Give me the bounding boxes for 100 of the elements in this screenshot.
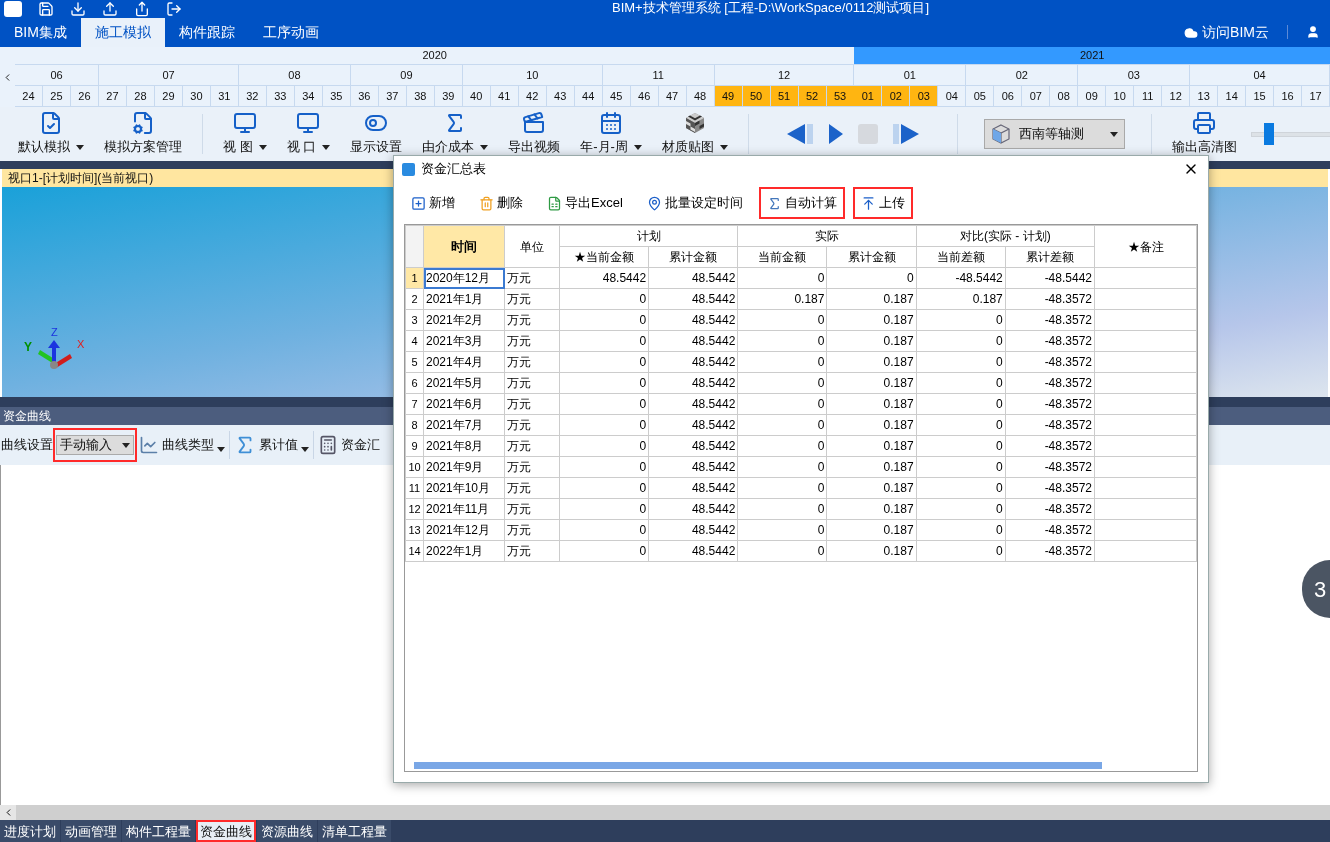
row-number[interactable]: 6 <box>405 372 424 394</box>
table-cell: -48.3572 <box>1044 292 1092 306</box>
table-cell: -48.3572 <box>1044 439 1092 453</box>
share-icon[interactable] <box>134 1 150 17</box>
caret-icon <box>719 144 728 150</box>
table-cell: 2020年12月 <box>426 271 491 285</box>
row-number[interactable]: 10 <box>405 456 424 478</box>
play-icon[interactable] <box>826 122 845 146</box>
download-icon[interactable] <box>70 1 86 17</box>
bottom-tab[interactable]: 清单工程量 <box>318 820 391 842</box>
slider-thumb[interactable] <box>1263 123 1274 145</box>
toolbar-button[interactable]: 模拟方案管理 <box>94 107 192 161</box>
main-tab[interactable]: 工序动画 <box>248 18 333 47</box>
row-number[interactable]: 7 <box>405 393 424 415</box>
toolbar-button[interactable]: 导出视频 <box>498 107 571 161</box>
table-cell: 2021年12月 <box>426 523 491 537</box>
table-cell: 2021年4月 <box>426 355 484 369</box>
table-cell: 48.5442 <box>691 292 736 306</box>
bottom-tab[interactable]: 动画管理 <box>61 820 121 842</box>
table-cell: 0 <box>817 502 825 516</box>
toolbar-button[interactable]: 视 口 <box>276 107 341 161</box>
mode-dropdown[interactable]: 手动输入 <box>53 428 137 462</box>
table-cell: 万元 <box>507 523 531 537</box>
toolbar-button[interactable]: 输出高清图 <box>1161 107 1247 161</box>
row-number[interactable]: 3 <box>405 309 424 331</box>
week-cell[interactable]: 03 <box>910 86 939 107</box>
table-cell: 0 <box>817 544 825 558</box>
caret-icon <box>258 144 267 150</box>
row-number[interactable]: 5 <box>405 351 424 373</box>
week-cell[interactable]: 49 <box>714 86 743 107</box>
bottom-tab[interactable]: 资金曲线 <box>196 820 256 842</box>
calendar-icon <box>599 111 624 136</box>
next-icon[interactable] <box>890 122 921 146</box>
curve-tool-button[interactable]: 资金汇 <box>316 435 382 455</box>
toolbar-button[interactable]: 年-月-周 <box>570 107 652 161</box>
column-group-header: 计划 <box>559 225 738 247</box>
view-select[interactable]: 西南等轴测 <box>983 119 1125 149</box>
table-cell: -48.3572 <box>1044 376 1092 390</box>
cloud-link[interactable]: 访问BIM云 <box>1184 18 1269 47</box>
monitor-icon <box>296 111 321 136</box>
table-cell: 0 <box>817 271 825 285</box>
table-cell: -48.3572 <box>1044 481 1092 495</box>
row-number[interactable]: 11 <box>405 477 424 499</box>
scrollbar-thumb[interactable] <box>414 761 1102 769</box>
week-cell[interactable]: 01 <box>854 86 883 107</box>
toolbar-button[interactable]: 由介成本 <box>412 107 499 161</box>
table-cell: 2021年9月 <box>426 460 484 474</box>
table-cell: -48.3572 <box>1044 334 1092 348</box>
curve-tool-button[interactable]: 曲线类型 <box>137 435 227 455</box>
table-cell: 0 <box>639 523 647 537</box>
row-number[interactable]: 9 <box>405 435 424 457</box>
zoom-slider[interactable] <box>1250 123 1330 145</box>
exit-icon[interactable] <box>166 1 182 17</box>
dialog-tool-button[interactable]: 导出Excel <box>539 187 631 219</box>
column-header: 当前差额 <box>916 246 1006 268</box>
dialog-tool-button[interactable]: 自动计算 <box>758 187 845 219</box>
bottom-tab[interactable]: 进度计划 <box>0 820 60 842</box>
video-icon <box>522 111 547 136</box>
table-cell: 48.5442 <box>691 460 736 474</box>
row-number[interactable]: 1 <box>405 267 424 289</box>
toolbar-button[interactable]: 视 图 <box>213 107 277 161</box>
dialog-tool-button[interactable]: 删除 <box>471 187 531 219</box>
week-cell[interactable]: 50 <box>742 86 771 107</box>
upload-icon[interactable] <box>102 1 118 17</box>
main-tab[interactable]: BIM集成 <box>0 18 81 47</box>
bottom-tab[interactable]: 构件工程量 <box>122 820 195 842</box>
week-cell[interactable]: 51 <box>770 86 799 107</box>
table-cell: 0 <box>817 439 825 453</box>
scroll-left-button[interactable] <box>0 805 16 820</box>
week-cell[interactable]: 02 <box>882 86 911 107</box>
main-tab[interactable]: 施工模拟 <box>80 18 165 47</box>
window-title: BIM+技术管理系统 [工程-D:\WorkSpace/0112测试项目] <box>612 0 929 16</box>
toolbar-button[interactable]: 默认模拟 <box>8 107 94 161</box>
row-number[interactable]: 2 <box>405 288 424 310</box>
table-cell: 0 <box>996 334 1003 348</box>
table-cell: 万元 <box>507 376 531 390</box>
dialog-tool-button[interactable]: 批量设定时间 <box>638 187 751 219</box>
bottom-tab[interactable]: 资源曲线 <box>257 820 317 842</box>
week-cell[interactable]: 52 <box>798 86 827 107</box>
week-cell[interactable]: 53 <box>826 86 855 107</box>
table-cell: 48.5442 <box>691 481 736 495</box>
table-cell: 2021年5月 <box>426 376 484 390</box>
table-cell: -48.3572 <box>1044 523 1092 537</box>
table-cell: -48.3572 <box>1044 313 1092 327</box>
row-number[interactable]: 14 <box>405 540 424 562</box>
dialog-tool-button[interactable]: 新增 <box>403 187 463 219</box>
table-cell: 0 <box>817 355 825 369</box>
dialog-tool-button[interactable]: 上传 <box>852 187 913 219</box>
table-cell: -48.3572 <box>1044 502 1092 516</box>
table-cell: 0 <box>639 439 647 453</box>
toolbar-button[interactable]: 显示设置 <box>340 107 413 161</box>
save-icon[interactable] <box>38 1 54 17</box>
row-number[interactable]: 12 <box>405 498 424 520</box>
row-number[interactable]: 8 <box>405 414 424 436</box>
table-cell: 48.5442 <box>691 376 736 390</box>
row-number[interactable]: 4 <box>405 330 424 352</box>
user-icon[interactable] <box>1306 25 1320 39</box>
main-tab[interactable]: 构件跟踪 <box>164 18 249 47</box>
curve-tool-button[interactable]: 累计值 <box>232 434 311 456</box>
row-number[interactable]: 13 <box>405 519 424 541</box>
